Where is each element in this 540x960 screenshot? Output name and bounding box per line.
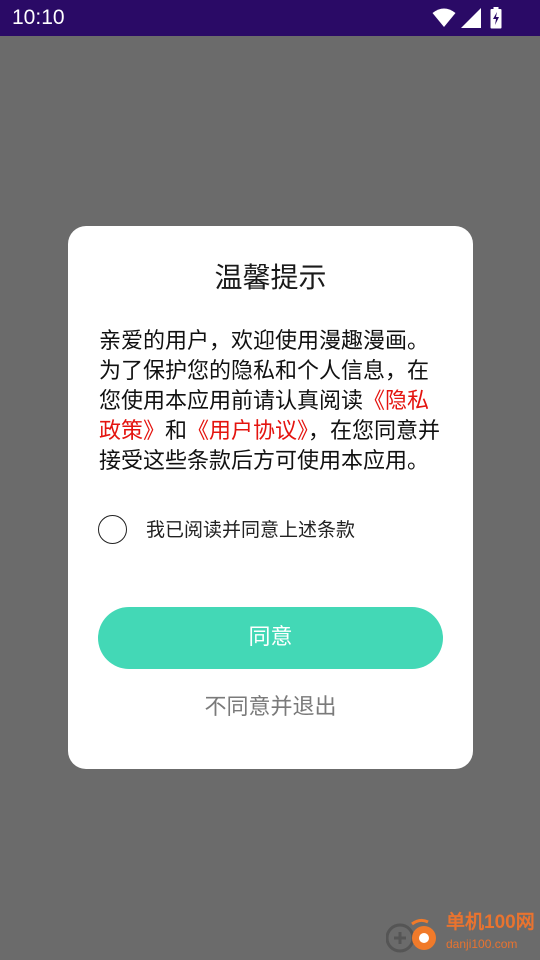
agree-button[interactable]: 同意: [98, 607, 443, 669]
watermark: 单机100网 danji100.com: [386, 912, 536, 956]
dialog-body-text: 亲爱的用户，欢迎使用漫趣漫画。为了保护您的隐私和个人信息，在您使用本应用前请认真…: [99, 327, 444, 477]
danji-logo-icon: [386, 918, 436, 953]
privacy-dialog: 温馨提示 亲爱的用户，欢迎使用漫趣漫画。为了保护您的隐私和个人信息，在您使用本应…: [68, 226, 473, 769]
watermark-url: danji100.com: [446, 937, 518, 951]
agree-checkbox-row[interactable]: 我已阅读并同意上述条款: [98, 515, 418, 547]
agree-checkbox-label[interactable]: 我已阅读并同意上述条款: [146, 515, 355, 545]
dialog-title: 温馨提示: [214, 261, 327, 294]
status-bar: 10:10: [0, 0, 540, 36]
status-time: 10:10: [12, 6, 65, 29]
watermark-name: 单机100网: [446, 912, 535, 933]
decline-and-exit-button[interactable]: 不同意并退出: [68, 692, 473, 724]
user-agreement-link[interactable]: 《用户协议》: [187, 419, 308, 444]
wifi-icon: [432, 8, 456, 27]
body-and-text: 和: [165, 419, 188, 444]
battery-charging-icon: [490, 7, 502, 29]
agree-radio[interactable]: [98, 515, 127, 544]
cellular-signal-icon: [461, 8, 481, 28]
